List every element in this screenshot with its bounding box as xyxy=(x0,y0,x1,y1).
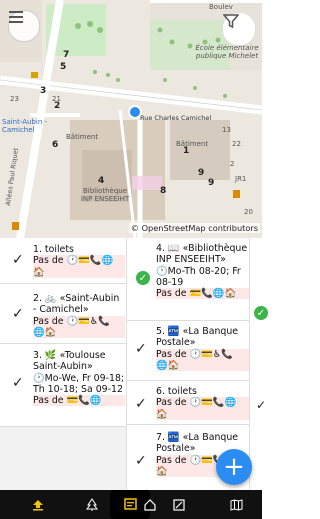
poi-missing-tags: 🏠 xyxy=(33,266,125,278)
check-icon[interactable]: ✓ xyxy=(135,453,147,469)
map-pin[interactable]: 9 xyxy=(198,168,204,178)
library-label: Bibliothèque INP ENSEEIHT xyxy=(80,187,130,203)
poi-missing-tags: Pas de 🕐💳📞🌐 xyxy=(33,255,125,267)
divider xyxy=(127,424,249,425)
poi-title: 5. 🏧 «La Banque Postale» xyxy=(156,326,239,349)
upload-icon[interactable] xyxy=(26,490,50,519)
bottom-navigation xyxy=(0,490,262,519)
poi-card-3[interactable]: 3. 🌿 «Toulouse Saint-Aubin» 🕐Mo-We, Fr 0… xyxy=(33,350,125,407)
check-icon[interactable]: ✓ xyxy=(135,341,147,357)
poi-title: 1. toilets xyxy=(33,244,74,255)
tree-icon[interactable] xyxy=(82,490,102,519)
menu-icon xyxy=(9,11,23,23)
map-icon[interactable] xyxy=(225,490,247,519)
check-icon[interactable]: ✓ xyxy=(12,252,24,268)
home-icon[interactable] xyxy=(140,490,160,519)
check-icon[interactable]: ✓ xyxy=(12,375,24,391)
divider xyxy=(127,320,249,321)
check-icon[interactable]: ✓ xyxy=(12,306,24,322)
poi-missing-tags: Pas de 🕐💳♿📞 xyxy=(156,348,249,360)
check-green-icon[interactable]: ✓ xyxy=(254,306,268,320)
empty-slot xyxy=(0,427,126,490)
edit-icon[interactable] xyxy=(168,490,190,519)
map-pin[interactable]: 2 xyxy=(54,101,60,111)
street-label: Boulev xyxy=(209,3,233,11)
divider xyxy=(0,283,126,284)
poi-missing-tags: 🌐🏠 xyxy=(156,359,249,372)
address-number: 23 xyxy=(10,95,19,103)
address-number: 20 xyxy=(244,208,253,216)
map-attribution[interactable]: © OpenStreetMap contributors xyxy=(128,223,260,233)
school-label: École élémentaire publique Michelet xyxy=(195,44,259,60)
poi-title: 6. toilets xyxy=(156,386,197,397)
street-label-camichel: Rue Charles Camichel xyxy=(140,114,212,122)
address-number: 22 xyxy=(232,140,241,148)
map-pin[interactable]: 4 xyxy=(98,176,104,186)
divider xyxy=(126,238,127,490)
poi-card-2[interactable]: 2. 🚲 «Saint-Aubin - Camichel» Pas de 🕐💳♿… xyxy=(33,293,125,339)
poi-card-4[interactable]: 4. 📖 «Bibliothèque INP ENSEEIHT» 🕐Mo-Th … xyxy=(156,243,249,300)
address-number: 13 xyxy=(222,126,231,134)
add-button[interactable]: + xyxy=(216,449,252,485)
address-number: 2 xyxy=(230,160,235,168)
poi-title: 2. 🚲 «Saint-Aubin - Camichel» xyxy=(33,293,120,316)
map-view[interactable]: Boulev École élémentaire publique Michel… xyxy=(0,0,262,238)
check-icon[interactable]: ✓ xyxy=(135,396,147,412)
poi-opening-hours: 🕐Mo-Th 08-20; Fr 08-19 xyxy=(156,265,241,288)
poi-missing-tags: 🌐🏠 xyxy=(33,326,125,339)
building-label-right: Bâtiment xyxy=(176,140,209,148)
poi-card-6[interactable]: 6. toilets Pas de 🕐💳📞🌐 🏠 xyxy=(156,386,249,420)
divider xyxy=(0,343,126,344)
poi-card-1[interactable]: 1. toilets Pas de 🕐💳📞🌐 🏠 xyxy=(33,244,125,278)
poi-missing-tags: Pas de 🕐💳♿📞 xyxy=(33,315,125,327)
address-number: JR1 xyxy=(235,175,247,183)
map-pin[interactable]: 1 xyxy=(183,146,189,156)
divider xyxy=(127,380,249,381)
poi-missing-tags: Pas de 💳📞🌐🏠 xyxy=(156,288,249,300)
poi-title: 3. 🌿 «Toulouse Saint-Aubin» xyxy=(33,350,106,373)
filter-button[interactable] xyxy=(222,12,256,46)
check-icon[interactable]: ✓ xyxy=(256,398,266,412)
map-pin[interactable]: 7 xyxy=(63,50,69,60)
map-pin[interactable]: 5 xyxy=(60,62,66,72)
poi-card-5[interactable]: 5. 🏧 «La Banque Postale» Pas de 🕐💳♿📞 🌐🏠 xyxy=(156,326,249,372)
poi-title: 4. 📖 «Bibliothèque INP ENSEEIHT» xyxy=(156,243,248,266)
bus-stop-label: Saint-Aubin - Camichel xyxy=(2,118,48,134)
map-pin[interactable]: 8 xyxy=(160,186,166,196)
map-pin[interactable]: 3 xyxy=(40,86,46,96)
filter-icon xyxy=(223,14,239,29)
building-label-left: Bâtiment xyxy=(66,133,99,141)
poi-missing-tags: 🏠 xyxy=(156,408,249,420)
poi-opening-hours: 🕐Mo-We, Fr 09-18; Th 10-18; Sa 09-12 xyxy=(33,372,125,395)
poi-missing-tags: Pas de 🕐💳📞🌐 xyxy=(156,397,249,409)
poi-missing-tags: Pas de 💳📞🌐 xyxy=(33,395,125,407)
check-green-icon[interactable]: ✓ xyxy=(136,271,150,285)
map-pin[interactable]: 9 xyxy=(208,178,214,188)
map-pin[interactable]: 6 xyxy=(52,140,58,150)
divider xyxy=(249,238,250,490)
menu-button[interactable] xyxy=(8,10,40,42)
